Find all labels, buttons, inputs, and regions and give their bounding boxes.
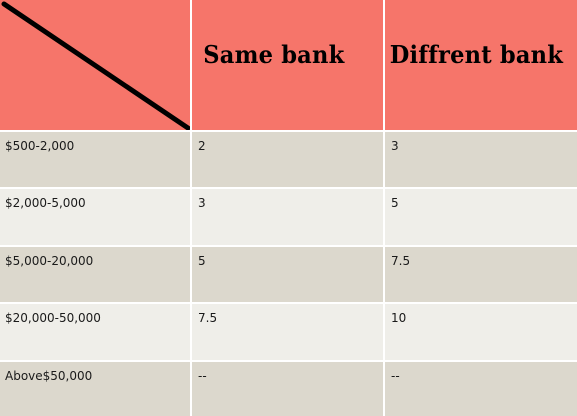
different-bank-fee-cell: -- <box>384 360 577 416</box>
header-different-bank: Diffrent bank <box>384 0 577 132</box>
header-same-bank-label: Same bank <box>203 39 345 69</box>
same-bank-fee-cell: 5 <box>191 245 385 305</box>
same-bank-fee-cell: -- <box>191 360 385 416</box>
fee-table: Same bank Diffrent bank $500-2,000 2 3 $… <box>0 0 577 416</box>
different-bank-fee-cell: 3 <box>384 131 577 190</box>
table-row: $20,000-50,000 7.5 10 <box>0 303 577 362</box>
same-bank-fee-cell: 3 <box>191 188 385 247</box>
header-different-bank-label: Diffrent bank <box>389 39 564 69</box>
same-bank-fee-cell: 2 <box>191 131 385 190</box>
range-cell: $5,000-20,000 <box>0 245 192 305</box>
table-row: $5,000-20,000 5 7.5 <box>0 245 577 305</box>
different-bank-fee-cell: 10 <box>384 303 577 362</box>
range-cell: $20,000-50,000 <box>0 303 192 362</box>
different-bank-fee-cell: 7.5 <box>384 245 577 305</box>
range-cell: Above$50,000 <box>0 360 192 416</box>
table-row: Above$50,000 -- -- <box>0 360 577 416</box>
range-cell: $500-2,000 <box>0 131 192 190</box>
table-row: $2,000-5,000 3 5 <box>0 188 577 247</box>
header-row: Same bank Diffrent bank <box>0 0 577 132</box>
different-bank-fee-cell: 5 <box>384 188 577 247</box>
same-bank-fee-cell: 7.5 <box>191 303 385 362</box>
table-row: $500-2,000 2 3 <box>0 131 577 190</box>
corner-diagonal-line <box>1 1 189 129</box>
corner-cell <box>0 0 192 132</box>
header-same-bank: Same bank <box>191 0 385 132</box>
range-cell: $2,000-5,000 <box>0 188 192 247</box>
